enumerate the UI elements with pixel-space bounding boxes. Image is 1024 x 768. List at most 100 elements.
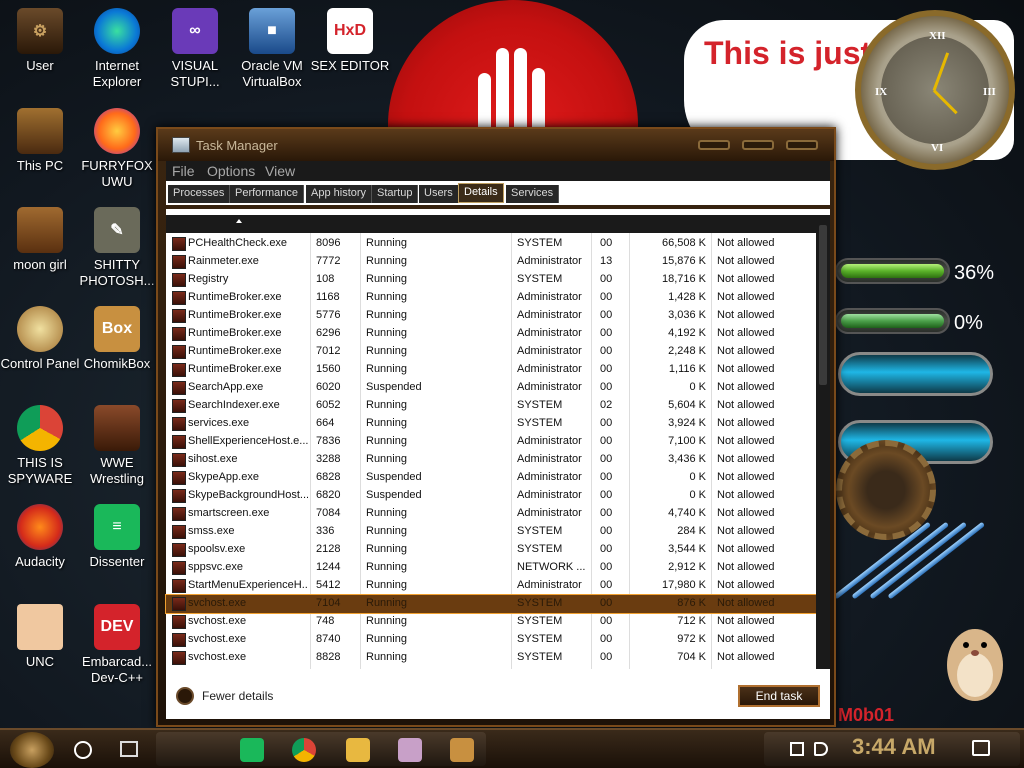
status-cell: Running	[366, 615, 407, 627]
collapse-icon[interactable]	[176, 687, 194, 705]
table-row[interactable]: svchost.exe 7104 Running SYSTEM 00 876 K Not a…	[165, 594, 817, 614]
title-bar[interactable]: Task Manager	[158, 129, 834, 161]
tab-services[interactable]: Services	[506, 185, 560, 203]
taskbar-apps	[156, 732, 486, 766]
start-button[interactable]	[10, 732, 54, 768]
desktop-icon-gimp[interactable]: ✎ SHITTY PHOTOSH...	[77, 207, 157, 289]
maximize-button[interactable]	[742, 140, 774, 150]
table-row[interactable]: SkypeBackgroundHost... 6820 Suspended Admin…	[166, 487, 816, 505]
task-manager-window[interactable]: Task Manager File Options View Processes…	[156, 127, 836, 727]
desktop-icon-hex-editor[interactable]: HxD SEX EDITOR	[310, 8, 390, 74]
tab-details[interactable]: Details	[458, 183, 504, 203]
cpu-cell: 02	[600, 399, 613, 411]
table-row[interactable]: RuntimeBroker.exe 5776 Running Administrato…	[166, 307, 816, 325]
menu-options[interactable]: Options	[207, 163, 255, 179]
process-name-cell: RuntimeBroker.exe	[188, 345, 282, 357]
chrome-icon[interactable]	[292, 738, 316, 762]
taskbar-clock[interactable]: 3:44 AM	[852, 734, 936, 760]
table-row[interactable]: RuntimeBroker.exe 7012 Running Administrato…	[166, 343, 816, 361]
action-center-icon[interactable]	[972, 740, 990, 756]
table-row[interactable]: RuntimeBroker.exe 6296 Running Administrato…	[166, 325, 816, 343]
status-cell: Running	[366, 435, 407, 447]
fewer-details-link[interactable]: Fewer details	[202, 689, 273, 703]
watermark-text: M0b01	[838, 705, 895, 725]
memory-cell: 3,436 K	[668, 453, 706, 465]
pid-cell: 3288	[316, 453, 341, 465]
game-icon	[94, 405, 140, 451]
uac-virtualization-cell: Not allowed	[717, 345, 775, 357]
cpu-cell: 00	[600, 345, 613, 357]
table-row[interactable]: smartscreen.exe 7084 Running Administrator 0…	[166, 505, 816, 523]
chomikbox-icon[interactable]	[450, 738, 474, 762]
desktop-icon-control-panel[interactable]: Control Panel	[0, 306, 80, 372]
table-row[interactable]: SearchIndexer.exe 6052 Running SYSTEM 02 5,60…	[166, 397, 816, 415]
tab-users[interactable]: Users	[419, 185, 459, 203]
search-icon[interactable]	[74, 741, 92, 759]
table-row[interactable]: Rainmeter.exe 7772 Running Administrator 13 1…	[166, 253, 816, 271]
tab-startup[interactable]: Startup	[372, 185, 419, 203]
pid-cell: 6296	[316, 327, 341, 339]
table-row[interactable]: svchost.exe 8828 Running SYSTEM 00 704 K Not a…	[166, 649, 816, 667]
memory-cell: 3,036 K	[668, 309, 706, 321]
volume-muted-icon[interactable]	[814, 742, 828, 756]
wallpaper-hand-icon	[478, 42, 548, 128]
desktop-icon-wwe[interactable]: WWE Wrestling	[77, 405, 157, 487]
minimize-button[interactable]	[698, 140, 730, 150]
table-row[interactable]: PCHealthCheck.exe 8096 Running SYSTEM 00 66,5…	[166, 235, 816, 253]
close-button[interactable]	[786, 140, 818, 150]
file-explorer-icon[interactable]	[346, 738, 370, 762]
control-panel-icon	[17, 306, 63, 352]
table-row[interactable]: RuntimeBroker.exe 1168 Running Administrato…	[166, 289, 816, 307]
vertical-scrollbar[interactable]	[816, 215, 830, 669]
pid-cell: 6020	[316, 381, 341, 393]
scrollbar-thumb[interactable]	[819, 225, 827, 385]
desktop-icon-visual-studio[interactable]: ∞ VISUAL STUPI...	[155, 8, 235, 90]
status-cell: Running	[366, 255, 407, 267]
menu-file[interactable]: File	[172, 163, 195, 179]
desktop-icon-chrome[interactable]: THIS IS SPYWARE	[0, 405, 80, 487]
desktop-icon-this-pc[interactable]: This PC	[0, 108, 80, 174]
firefox-icon	[94, 108, 140, 154]
table-row[interactable]: svchost.exe 8740 Running SYSTEM 00 972 K Not a…	[166, 631, 816, 649]
table-row[interactable]: svchost.exe 748 Running SYSTEM 00 712 K Not al…	[166, 613, 816, 631]
desktop-icon-devcpp[interactable]: DEV Embarcad... Dev-C++	[77, 604, 157, 686]
desktop-icon-moon-girl[interactable]: moon girl	[0, 207, 80, 273]
task-view-icon[interactable]	[120, 741, 138, 757]
table-row[interactable]: ShellExperienceHost.e... 7836 Running Admin…	[166, 433, 816, 451]
snip-icon[interactable]	[398, 738, 422, 762]
table-row[interactable]: smss.exe 336 Running SYSTEM 00 284 K Not allow…	[166, 523, 816, 541]
uac-virtualization-cell: Not allowed	[717, 291, 775, 303]
desktop-icon-audacity[interactable]: Audacity	[0, 504, 80, 570]
footer: Fewer details End task	[166, 677, 830, 719]
chrome-icon	[17, 405, 63, 451]
table-row[interactable]: sihost.exe 3288 Running Administrator 00 3,43…	[166, 451, 816, 469]
desktop-icon-dissenter[interactable]: ≡ Dissenter	[77, 504, 157, 570]
desktop-icon-internet-explorer[interactable]: Internet Explorer	[77, 8, 157, 90]
desktop-icon-unc[interactable]: UNC	[0, 604, 80, 670]
menu-view[interactable]: View	[265, 163, 295, 179]
table-row[interactable]: SkypeApp.exe 6828 Suspended Administrator 00…	[166, 469, 816, 487]
user-cell: Administrator	[517, 381, 582, 393]
user-cell: SYSTEM	[517, 273, 563, 285]
table-row[interactable]: Registry 108 Running SYSTEM 00 18,716 K Not al…	[166, 271, 816, 289]
desktop-icon-user[interactable]: ⚙ User	[0, 8, 80, 74]
desktop-icon-chomikbox[interactable]: Box ChomikBox	[77, 306, 157, 372]
tab-performance[interactable]: Performance	[230, 185, 304, 203]
desktop-icon-virtualbox[interactable]: ■ Oracle VM VirtualBox	[232, 8, 312, 90]
desktop-icon-firefox[interactable]: FURRYFOX UWU	[77, 108, 157, 190]
end-task-button[interactable]: End task	[738, 685, 820, 707]
table-row[interactable]: services.exe 664 Running SYSTEM 00 3,924 K Not…	[166, 415, 816, 433]
tab-processes[interactable]: Processes	[168, 185, 231, 203]
table-row[interactable]: RuntimeBroker.exe 1560 Running Administrato…	[166, 361, 816, 379]
table-row[interactable]: sppsvc.exe 1244 Running NETWORK ... 00 2,912 …	[166, 559, 816, 577]
process-name-cell: sppsvc.exe	[188, 561, 244, 573]
process-icon	[172, 615, 186, 629]
table-row[interactable]: SearchApp.exe 6020 Suspended Administrator 0…	[166, 379, 816, 397]
table-row[interactable]: spoolsv.exe 2128 Running SYSTEM 00 3,544 K Not…	[166, 541, 816, 559]
column-header-bar[interactable]	[166, 215, 816, 233]
spotify-icon[interactable]	[240, 738, 264, 762]
user-cell: SYSTEM	[517, 543, 563, 555]
network-icon[interactable]	[790, 742, 804, 756]
table-row[interactable]: StartMenuExperienceH... 5412 Running Admini…	[166, 577, 816, 595]
tab-app-history[interactable]: App history	[306, 185, 373, 203]
